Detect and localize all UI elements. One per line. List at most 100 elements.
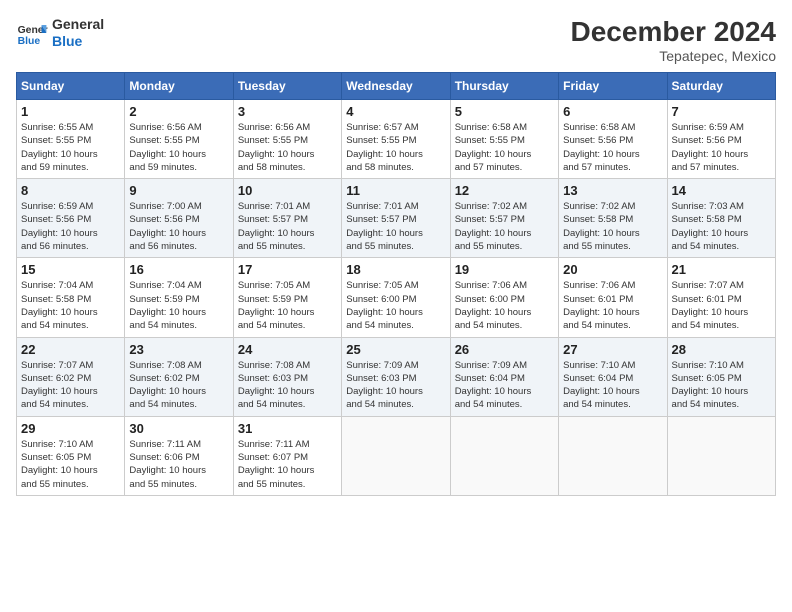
calendar-cell: 18Sunrise: 7:05 AMSunset: 6:00 PMDayligh… xyxy=(342,258,450,337)
day-info: Sunrise: 7:10 AMSunset: 6:04 PMDaylight:… xyxy=(563,359,662,412)
day-number: 1 xyxy=(21,104,120,119)
day-number: 30 xyxy=(129,421,228,436)
calendar-table: SundayMondayTuesdayWednesdayThursdayFrid… xyxy=(16,72,776,496)
calendar-cell: 14 Sunrise: 7:03 AMSunset: 5:58 PMDayligh… xyxy=(667,179,775,258)
day-info: Sunrise: 7:11 AMSunset: 6:07 PMDaylight:… xyxy=(238,438,337,491)
calendar-cell xyxy=(559,416,667,495)
calendar-cell: 10 Sunrise: 7:01 AMSunset: 5:57 PMDayligh… xyxy=(233,179,341,258)
calendar-cell: 3Sunrise: 6:56 AMSunset: 5:55 PMDaylight… xyxy=(233,100,341,179)
calendar-cell: 29Sunrise: 7:10 AMSunset: 6:05 PMDayligh… xyxy=(17,416,125,495)
day-info: Sunrise: 7:10 AMSunset: 6:05 PMDaylight:… xyxy=(21,438,120,491)
location-subtitle: Tepatepec, Mexico xyxy=(571,48,776,64)
day-info: Sunrise: 7:01 AMSunset: 5:57 PMDaylight:… xyxy=(346,200,445,253)
day-number: 23 xyxy=(129,342,228,357)
calendar-cell: 28Sunrise: 7:10 AMSunset: 6:05 PMDayligh… xyxy=(667,337,775,416)
day-number: 22 xyxy=(21,342,120,357)
day-info: Sunrise: 7:04 AMSunset: 5:58 PMDaylight:… xyxy=(21,279,120,332)
calendar-cell: 12Sunrise: 7:02 AMSunset: 5:57 PMDayligh… xyxy=(450,179,558,258)
day-info: Sunrise: 6:59 AMSunset: 5:56 PMDaylight:… xyxy=(21,200,120,253)
weekday-header-sunday: Sunday xyxy=(17,73,125,100)
day-info: Sunrise: 6:57 AMSunset: 5:55 PMDaylight:… xyxy=(346,121,445,174)
calendar-cell: 5 Sunrise: 6:58 AMSunset: 5:55 PMDaylight… xyxy=(450,100,558,179)
weekday-header-friday: Friday xyxy=(559,73,667,100)
weekday-header-monday: Monday xyxy=(125,73,233,100)
calendar-cell: 1 Sunrise: 6:55 AMSunset: 5:55 PMDaylight… xyxy=(17,100,125,179)
day-info: Sunrise: 7:08 AMSunset: 6:02 PMDaylight:… xyxy=(129,359,228,412)
day-info: Sunrise: 7:07 AMSunset: 6:01 PMDaylight:… xyxy=(672,279,771,332)
day-number: 10 xyxy=(238,183,337,198)
day-number: 26 xyxy=(455,342,554,357)
calendar-cell: 11 Sunrise: 7:01 AMSunset: 5:57 PMDayligh… xyxy=(342,179,450,258)
calendar-cell: 6 Sunrise: 6:58 AMSunset: 5:56 PMDaylight… xyxy=(559,100,667,179)
month-year-title: December 2024 xyxy=(571,16,776,48)
calendar-week-row: 29Sunrise: 7:10 AMSunset: 6:05 PMDayligh… xyxy=(17,416,776,495)
day-number: 17 xyxy=(238,262,337,277)
day-number: 21 xyxy=(672,262,771,277)
calendar-cell: 16 Sunrise: 7:04 AMSunset: 5:59 PMDayligh… xyxy=(125,258,233,337)
day-number: 14 xyxy=(672,183,771,198)
day-info: Sunrise: 7:04 AMSunset: 5:59 PMDaylight:… xyxy=(129,279,228,332)
calendar-cell: 22 Sunrise: 7:07 AMSunset: 6:02 PMDayligh… xyxy=(17,337,125,416)
day-info: Sunrise: 7:03 AMSunset: 5:58 PMDaylight:… xyxy=(672,200,771,253)
calendar-cell: 25 Sunrise: 7:09 AMSunset: 6:03 PMDayligh… xyxy=(342,337,450,416)
day-number: 19 xyxy=(455,262,554,277)
day-number: 5 xyxy=(455,104,554,119)
calendar-cell: 7 Sunrise: 6:59 AMSunset: 5:56 PMDaylight… xyxy=(667,100,775,179)
day-info: Sunrise: 6:59 AMSunset: 5:56 PMDaylight:… xyxy=(672,121,771,174)
day-info: Sunrise: 6:58 AMSunset: 5:56 PMDaylight:… xyxy=(563,121,662,174)
weekday-header-tuesday: Tuesday xyxy=(233,73,341,100)
calendar-cell: 27 Sunrise: 7:10 AMSunset: 6:04 PMDayligh… xyxy=(559,337,667,416)
weekday-header-row: SundayMondayTuesdayWednesdayThursdayFrid… xyxy=(17,73,776,100)
calendar-cell: 24 Sunrise: 7:08 AMSunset: 6:03 PMDayligh… xyxy=(233,337,341,416)
title-block: December 2024 Tepatepec, Mexico xyxy=(571,16,776,64)
weekday-header-wednesday: Wednesday xyxy=(342,73,450,100)
day-info: Sunrise: 7:02 AMSunset: 5:57 PMDaylight:… xyxy=(455,200,554,253)
day-info: Sunrise: 7:05 AMSunset: 5:59 PMDaylight:… xyxy=(238,279,337,332)
day-info: Sunrise: 7:10 AMSunset: 6:05 PMDaylight:… xyxy=(672,359,771,412)
day-info: Sunrise: 7:07 AMSunset: 6:02 PMDaylight:… xyxy=(21,359,120,412)
calendar-cell: 8Sunrise: 6:59 AMSunset: 5:56 PMDaylight… xyxy=(17,179,125,258)
day-number: 11 xyxy=(346,183,445,198)
day-info: Sunrise: 7:00 AMSunset: 5:56 PMDaylight:… xyxy=(129,200,228,253)
day-info: Sunrise: 6:56 AMSunset: 5:55 PMDaylight:… xyxy=(238,121,337,174)
calendar-week-row: 15 Sunrise: 7:04 AMSunset: 5:58 PMDayligh… xyxy=(17,258,776,337)
logo: General Blue General Blue xyxy=(16,16,104,50)
day-info: Sunrise: 7:02 AMSunset: 5:58 PMDaylight:… xyxy=(563,200,662,253)
day-info: Sunrise: 7:06 AMSunset: 6:01 PMDaylight:… xyxy=(563,279,662,332)
calendar-cell: 15 Sunrise: 7:04 AMSunset: 5:58 PMDayligh… xyxy=(17,258,125,337)
day-number: 25 xyxy=(346,342,445,357)
day-info: Sunrise: 6:56 AMSunset: 5:55 PMDaylight:… xyxy=(129,121,228,174)
logo-line1: General xyxy=(52,16,104,33)
calendar-cell: 21 Sunrise: 7:07 AMSunset: 6:01 PMDayligh… xyxy=(667,258,775,337)
day-number: 9 xyxy=(129,183,228,198)
logo-icon: General Blue xyxy=(16,17,48,49)
day-number: 24 xyxy=(238,342,337,357)
day-number: 15 xyxy=(21,262,120,277)
day-number: 2 xyxy=(129,104,228,119)
day-number: 18 xyxy=(346,262,445,277)
day-info: Sunrise: 6:55 AMSunset: 5:55 PMDaylight:… xyxy=(21,121,120,174)
day-info: Sunrise: 6:58 AMSunset: 5:55 PMDaylight:… xyxy=(455,121,554,174)
day-number: 31 xyxy=(238,421,337,436)
day-info: Sunrise: 7:09 AMSunset: 6:04 PMDaylight:… xyxy=(455,359,554,412)
calendar-cell xyxy=(667,416,775,495)
day-number: 27 xyxy=(563,342,662,357)
page-header: General Blue General Blue December 2024 … xyxy=(16,16,776,64)
calendar-week-row: 1 Sunrise: 6:55 AMSunset: 5:55 PMDaylight… xyxy=(17,100,776,179)
calendar-cell: 4 Sunrise: 6:57 AMSunset: 5:55 PMDaylight… xyxy=(342,100,450,179)
calendar-cell: 2 Sunrise: 6:56 AMSunset: 5:55 PMDaylight… xyxy=(125,100,233,179)
logo-line2: Blue xyxy=(52,33,104,50)
day-number: 13 xyxy=(563,183,662,198)
svg-text:Blue: Blue xyxy=(18,36,41,47)
day-info: Sunrise: 7:08 AMSunset: 6:03 PMDaylight:… xyxy=(238,359,337,412)
day-number: 6 xyxy=(563,104,662,119)
day-info: Sunrise: 7:09 AMSunset: 6:03 PMDaylight:… xyxy=(346,359,445,412)
day-number: 7 xyxy=(672,104,771,119)
calendar-cell: 9 Sunrise: 7:00 AMSunset: 5:56 PMDaylight… xyxy=(125,179,233,258)
weekday-header-saturday: Saturday xyxy=(667,73,775,100)
day-number: 16 xyxy=(129,262,228,277)
day-number: 4 xyxy=(346,104,445,119)
calendar-cell xyxy=(342,416,450,495)
calendar-week-row: 8Sunrise: 6:59 AMSunset: 5:56 PMDaylight… xyxy=(17,179,776,258)
day-info: Sunrise: 7:01 AMSunset: 5:57 PMDaylight:… xyxy=(238,200,337,253)
